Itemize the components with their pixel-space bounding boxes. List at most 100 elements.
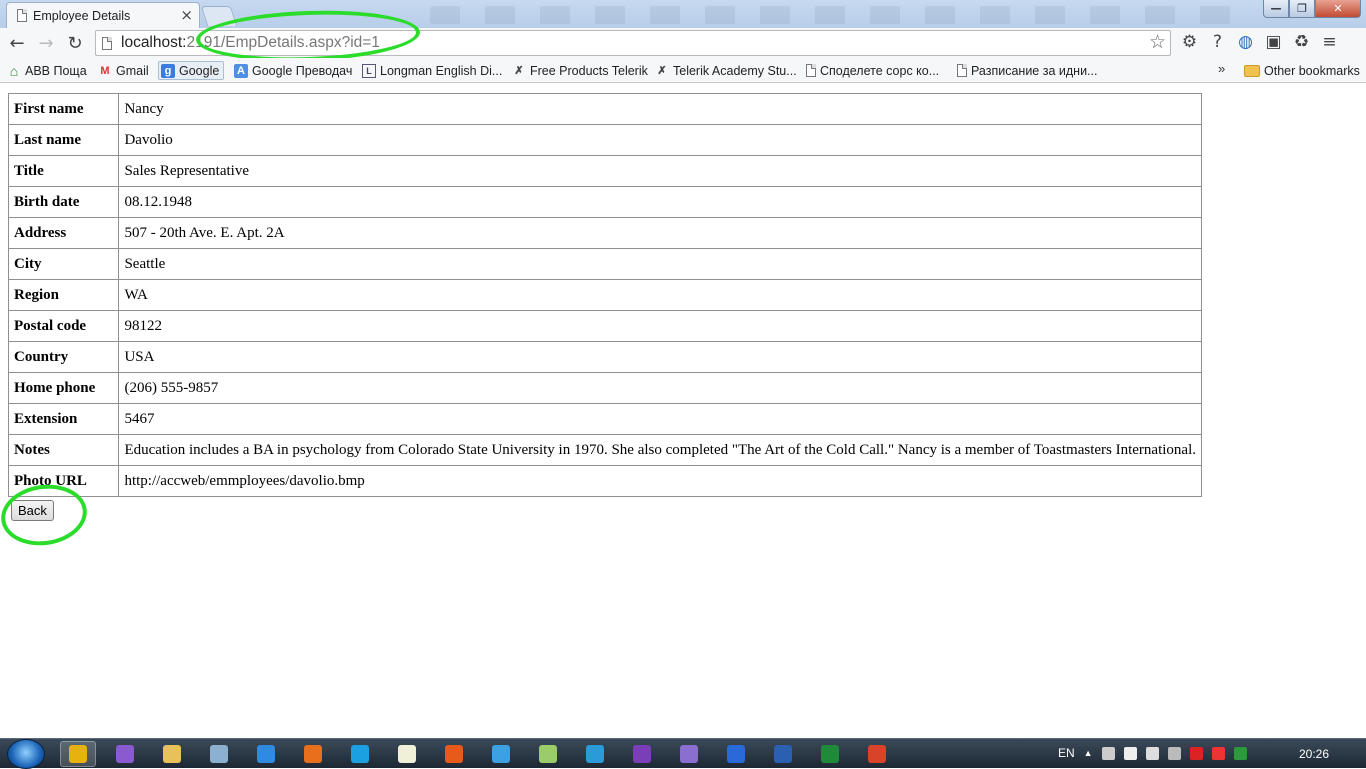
field-label: Title xyxy=(7,155,120,187)
bookmark-label: Telerik Academy Stu... xyxy=(673,63,797,78)
details-body: First name Nancy Last name Davolio Title Sale… xyxy=(7,93,1202,497)
taskbar-app-icon[interactable] xyxy=(483,741,519,767)
menu-icon[interactable]: ≡ xyxy=(1318,30,1341,54)
field-value: 08.12.1948 xyxy=(118,186,1202,218)
taskbar-excel-icon[interactable] xyxy=(812,741,848,767)
field-label: Photo URL xyxy=(7,465,120,497)
bookmark-label: Споделете сорс ко... xyxy=(820,63,940,78)
bookmark-telerik-products[interactable]: ✗ Free Products Telerik xyxy=(512,61,648,80)
photoshop-icon xyxy=(727,745,745,763)
field-label: Last name xyxy=(7,124,120,156)
gmail-icon: M xyxy=(100,64,110,77)
taskbar-skype-icon[interactable] xyxy=(342,741,378,767)
field-label: Notes xyxy=(7,434,120,466)
detail-row: Address 507 - 20th Ave. E. Apt. 2A xyxy=(7,217,1202,249)
tab-employee-details[interactable]: Employee Details × xyxy=(6,2,200,28)
bookmark-google[interactable]: g Google xyxy=(158,61,225,80)
taskbar-photoshop-icon[interactable] xyxy=(718,741,754,767)
bookmark-label: Free Products Telerik xyxy=(530,63,648,78)
volume-icon[interactable] xyxy=(1167,746,1181,760)
bookmark-label: Google xyxy=(179,63,220,78)
firefox-icon xyxy=(304,745,322,763)
maximize-button[interactable]: ❐ xyxy=(1289,0,1315,18)
page-info-icon[interactable] xyxy=(102,36,112,50)
other-bookmarks-folder[interactable]: Other bookmarks xyxy=(1244,61,1360,80)
bookmark-label: Gmail xyxy=(116,63,149,78)
visual-studio-icon xyxy=(116,745,134,763)
page-icon xyxy=(957,64,967,77)
tab-close-icon[interactable]: × xyxy=(180,8,193,23)
field-value: Nancy xyxy=(118,93,1202,125)
detail-row: Birth date 08.12.1948 xyxy=(7,186,1202,218)
detail-row: City Seattle xyxy=(7,248,1202,280)
bookmark-google-translate[interactable]: A Google Преводач xyxy=(234,61,352,80)
new-tab-button[interactable] xyxy=(200,6,238,26)
app-icon xyxy=(445,745,463,763)
taskbar-app-icon[interactable] xyxy=(859,741,895,767)
field-value: Education includes a BA in psychology fr… xyxy=(118,434,1202,466)
bookmark-share-source[interactable]: Споделете сорс ко... xyxy=(806,61,939,80)
browser-titlebar: Employee Details × — ❐ ✕ xyxy=(0,0,1366,28)
app-c-icon[interactable] xyxy=(1189,746,1203,760)
taskbar-skype-icon[interactable] xyxy=(577,741,613,767)
app-icon xyxy=(680,745,698,763)
detail-row: Country USA xyxy=(7,341,1202,373)
flag-icon[interactable] xyxy=(1101,746,1115,760)
download-icon[interactable]: ? xyxy=(1206,30,1229,54)
taskbar-app-icon[interactable] xyxy=(671,741,707,767)
page-icon xyxy=(806,64,816,77)
taskbar-word-icon[interactable] xyxy=(765,741,801,767)
field-label: First name xyxy=(7,93,120,125)
back-button[interactable]: Back xyxy=(11,500,54,521)
taskbar-app-icon[interactable] xyxy=(530,741,566,767)
bookmark-telerik-academy[interactable]: ✗ Telerik Academy Stu... xyxy=(655,61,797,80)
window-controls: — ❐ ✕ xyxy=(1263,0,1361,18)
bookmark-longman[interactable]: L Longman English Di... xyxy=(362,61,502,80)
bookmark-abv-mail[interactable]: ⌂ АВВ Поща xyxy=(7,61,87,80)
recycle-icon[interactable]: ♻ xyxy=(1290,30,1313,54)
detail-row: Notes Education includes a BA in psycholo… xyxy=(7,434,1202,466)
settings-gear-icon[interactable]: ⚙ xyxy=(1178,30,1201,54)
taskbar-notepad-icon[interactable] xyxy=(389,741,425,767)
more-bookmarks-chevron-icon[interactable]: » xyxy=(1218,61,1225,76)
telerik-icon: ✗ xyxy=(657,65,667,77)
taskbar-visual-studio-icon[interactable] xyxy=(624,741,660,767)
taskbar-visual-studio-icon[interactable] xyxy=(107,741,143,767)
field-value: USA xyxy=(118,341,1202,373)
globe-icon[interactable]: ◍ xyxy=(1234,30,1257,54)
back-arrow-icon[interactable]: ← xyxy=(3,29,31,57)
taskbar-firefox-icon[interactable] xyxy=(295,741,331,767)
start-button[interactable] xyxy=(7,739,45,769)
address-bar[interactable]: localhost: 2191/EmpDetails.aspx?id=1 ☆ xyxy=(95,30,1171,56)
visual-studio-icon xyxy=(633,745,651,763)
taskbar-explorer-icon[interactable] xyxy=(154,741,190,767)
bookmark-schedule[interactable]: Разписание за идни... xyxy=(957,61,1097,80)
drive-icon[interactable] xyxy=(1233,746,1247,760)
app-r-icon[interactable] xyxy=(1211,746,1225,760)
bookmark-star-icon[interactable]: ☆ xyxy=(1149,31,1166,54)
close-window-button[interactable]: ✕ xyxy=(1315,0,1361,18)
bookmark-gmail[interactable]: M Gmail xyxy=(98,61,149,80)
field-value: Sales Representative xyxy=(118,155,1202,187)
language-indicator[interactable]: EN xyxy=(1058,746,1075,760)
forward-arrow-icon[interactable]: → xyxy=(32,29,60,57)
translate-icon: A xyxy=(234,63,248,78)
bookmark-label: АВВ Поща xyxy=(25,63,87,78)
taskbar-clock[interactable]: 20:26 xyxy=(1299,747,1329,761)
minimize-button[interactable]: — xyxy=(1263,0,1289,18)
tray-expand-icon[interactable]: ▲ xyxy=(1084,748,1093,758)
home-icon: ⌂ xyxy=(9,62,19,79)
taskbar-ie-icon[interactable] xyxy=(248,741,284,767)
reload-icon[interactable]: ↻ xyxy=(61,29,89,57)
skype-icon xyxy=(586,745,604,763)
network-icon[interactable] xyxy=(1145,746,1159,760)
taskbar-tools-icon[interactable] xyxy=(201,741,237,767)
action-center-icon[interactable] xyxy=(1123,746,1137,760)
app-icon xyxy=(492,745,510,763)
app-icon xyxy=(539,745,557,763)
screenshot-icon[interactable]: ▣ xyxy=(1262,30,1285,54)
taskbar-app-icon[interactable] xyxy=(436,741,472,767)
taskbar-chrome-icon[interactable] xyxy=(60,741,96,767)
other-bookmarks-label: Other bookmarks xyxy=(1264,63,1360,78)
url-path: 2191/EmpDetails.aspx?id=1 xyxy=(186,34,380,51)
